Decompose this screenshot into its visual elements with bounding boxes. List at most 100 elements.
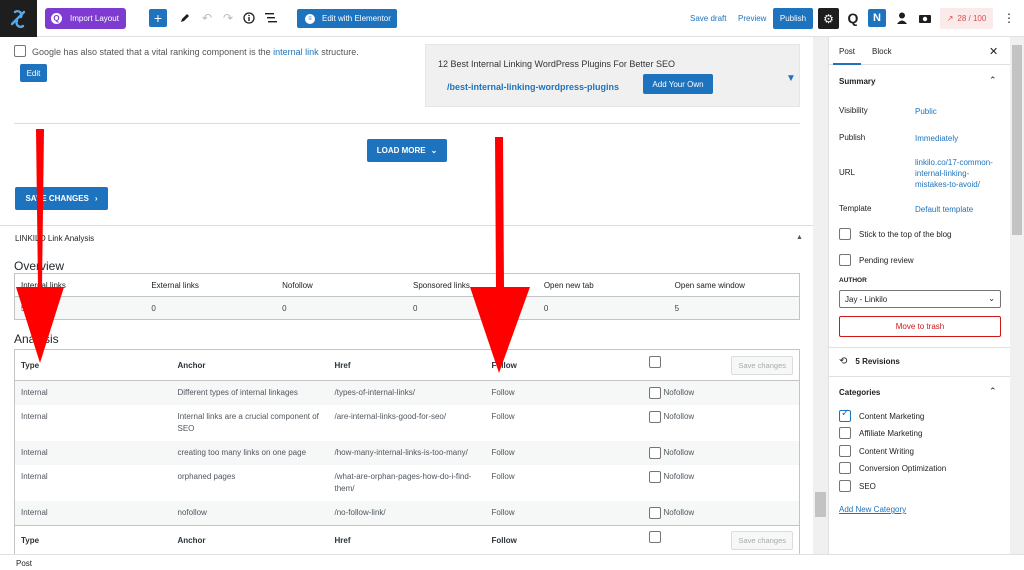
row-follow: Follow [491, 412, 515, 422]
header-external-links: External links [145, 273, 277, 297]
tab-block[interactable]: Block [872, 47, 892, 56]
summary-heading[interactable]: Summary [839, 77, 875, 86]
row-follow: Follow [485, 380, 643, 406]
add-block-button[interactable]: + [149, 9, 167, 27]
undo-icon[interactable]: ↶ [198, 9, 216, 27]
tab-post[interactable]: Post [832, 47, 862, 65]
table-row: Internal creating too many links on one … [14, 441, 800, 466]
row-follow: Follow [485, 501, 643, 526]
nofollow-checkbox[interactable] [648, 471, 661, 484]
row-nofollow: Nofollow [642, 380, 800, 406]
suggestion-link[interactable]: internal link [273, 47, 319, 57]
suggestion-text-before: Google has also stated that a vital rank… [32, 47, 274, 57]
divider [0, 225, 813, 226]
row-href: /how-many-internal-links-is-too-many/ [328, 441, 486, 466]
template-value[interactable]: Default template [915, 204, 1005, 215]
caret-up-icon[interactable]: ▲ [796, 234, 803, 241]
table-row: Internal nofollow /no-follow-link/ Follo… [14, 501, 800, 526]
overview-values-row: 5 0 0 0 0 5 [14, 296, 800, 320]
caret-down-icon[interactable]: ▼ [786, 73, 796, 84]
info-icon[interactable] [240, 9, 258, 27]
pending-review-option: Pending review [839, 254, 914, 266]
site-logo-icon[interactable] [0, 0, 37, 37]
save-changes-disabled-button[interactable]: Save changes [731, 355, 793, 375]
nofollow-checkbox[interactable] [648, 411, 661, 424]
visibility-value[interactable]: Public [915, 106, 1005, 117]
template-label: Template [839, 204, 872, 213]
publish-button[interactable]: Publish [773, 8, 813, 29]
pending-review-label: Pending review [859, 255, 914, 265]
category-label: Content Marketing [859, 411, 925, 421]
table-row: Internal Internal links are a crucial co… [15, 405, 800, 441]
select-all-checkbox-footer[interactable] [648, 530, 661, 543]
col-type-footer: Type [14, 525, 172, 554]
category-item: Affiliate Marketing [839, 427, 922, 439]
settings-gear-icon[interactable]: ⚙ [818, 8, 839, 29]
pen-tool-icon[interactable] [176, 9, 194, 27]
divider [829, 347, 1010, 348]
save-draft-button[interactable]: Save draft [690, 14, 726, 23]
col-nofollow-footer: Save changes [642, 525, 800, 554]
yoast-seo-score-button[interactable]: ↗ 28 / 100 [940, 8, 993, 29]
add-new-category-link[interactable]: Add New Category [839, 505, 906, 514]
nofollow-checkbox[interactable] [648, 447, 661, 460]
col-follow: Follow [485, 349, 643, 381]
publish-label: Publish [839, 133, 866, 142]
row-type: Internal [21, 412, 48, 422]
save-changes-button[interactable]: SAVE CHANGES › [15, 187, 108, 210]
category-checkbox[interactable] [839, 427, 851, 439]
row-type: Internal [21, 472, 48, 482]
edit-with-elementor-button[interactable]: ≡ Edit with Elementor [297, 9, 397, 28]
pending-review-checkbox[interactable] [839, 254, 851, 266]
edit-suggestion-button[interactable]: Edit [20, 64, 47, 82]
author-select[interactable]: Jay - Linkilo ⌄ [839, 290, 1001, 308]
preview-button[interactable]: Preview [738, 14, 766, 23]
sidebar-scrollbar-thumb[interactable] [1012, 45, 1022, 235]
url-value[interactable]: linkilo.co/17-common-internal-linking-mi… [915, 157, 995, 190]
sidebar-scrollbar[interactable] [1010, 37, 1024, 554]
category-item: Content Marketing [839, 408, 925, 422]
add-your-own-button[interactable]: Add Your Own [643, 74, 713, 94]
select-all-checkbox[interactable] [648, 355, 661, 368]
more-options-icon[interactable]: ⋮ [1000, 9, 1018, 27]
editor-scrollbar[interactable] [813, 37, 828, 554]
chevron-up-icon[interactable]: ⌃ [989, 75, 997, 86]
value-external-links: 0 [145, 296, 277, 320]
row-anchor: orphaned pages [177, 472, 236, 482]
category-label: SEO [859, 481, 876, 491]
nofollow-checkbox[interactable] [648, 507, 661, 520]
categories-heading[interactable]: Categories [839, 388, 880, 397]
category-checkbox[interactable] [839, 462, 851, 474]
save-changes-disabled-button-footer[interactable]: Save changes [731, 530, 793, 550]
quform-q-icon[interactable]: Q [844, 9, 862, 27]
load-more-button[interactable]: LOAD MORE ⌄ [367, 139, 447, 162]
table-row: Internal Different types of internal lin… [14, 380, 800, 406]
redo-icon[interactable]: ↷ [219, 9, 237, 27]
import-layout-button[interactable]: Q Import Layout [45, 8, 126, 29]
category-checkbox[interactable] [839, 480, 851, 492]
divider [14, 123, 800, 124]
stick-to-top-label: Stick to the top of the blog [859, 229, 952, 239]
n-plugin-icon[interactable]: N [868, 9, 886, 27]
category-checkbox[interactable] [839, 408, 851, 422]
revisions-link[interactable]: ⟲ 5 Revisions [839, 356, 900, 367]
move-to-trash-button[interactable]: Move to trash [839, 316, 1001, 337]
publish-value[interactable]: Immediately [915, 133, 1005, 144]
history-icon: ⟲ [839, 356, 848, 367]
camera-icon[interactable] [916, 9, 934, 27]
breadcrumb[interactable]: Post [16, 559, 32, 568]
target-post-url[interactable]: /best-internal-linking-wordpress-plugins [447, 82, 619, 92]
analysis-header-row: Type Anchor Href Follow Save changes [14, 349, 800, 381]
list-view-icon[interactable] [262, 9, 280, 27]
header-internal-links: Internal links [14, 273, 146, 297]
header-sponsored-links: Sponsored links [406, 273, 538, 297]
nofollow-checkbox[interactable] [648, 387, 661, 399]
editor-scrollbar-thumb[interactable] [815, 492, 826, 517]
category-checkbox[interactable] [839, 445, 851, 457]
suggestion-checkbox[interactable] [14, 45, 26, 57]
stick-to-top-checkbox[interactable] [839, 228, 851, 240]
user-lock-icon[interactable] [893, 9, 911, 27]
close-icon[interactable]: ✕ [989, 45, 998, 58]
chevron-up-icon[interactable]: ⌃ [989, 386, 997, 397]
analysis-footer-row: Type Anchor Href Follow Save changes [14, 525, 800, 554]
